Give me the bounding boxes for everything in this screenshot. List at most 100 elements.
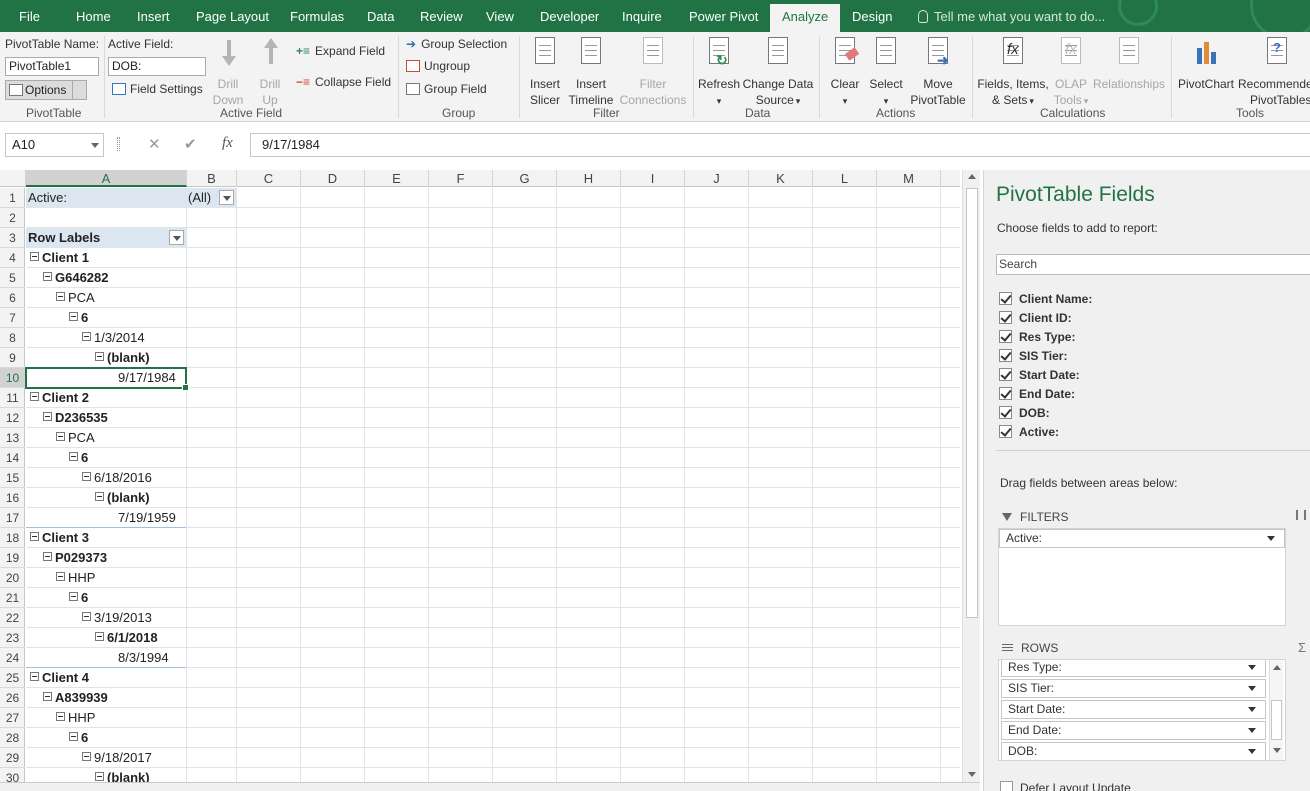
row-header[interactable]: 10 xyxy=(0,368,25,388)
move-pivottable-button[interactable]: ➜ Move PivotTable xyxy=(908,36,968,108)
row-labels-filter-button[interactable] xyxy=(169,230,184,245)
select-button[interactable]: Select ▾ xyxy=(866,36,906,109)
cell-a3-row-labels[interactable]: Row Labels xyxy=(28,228,100,248)
column-header-b[interactable]: B xyxy=(187,170,237,187)
collapse-minus-icon[interactable] xyxy=(82,472,91,481)
row-field-end-date[interactable]: End Date: xyxy=(1001,721,1266,740)
collapse-minus-icon[interactable] xyxy=(95,632,104,641)
pivot-row-client-id[interactable]: A839939 xyxy=(43,688,108,708)
row-header[interactable]: 7 xyxy=(0,308,25,328)
collapse-minus-icon[interactable] xyxy=(56,572,65,581)
tab-inquire[interactable]: Inquire xyxy=(622,0,662,32)
refresh-button[interactable]: ↻ Refresh ▾ xyxy=(698,36,740,109)
checkbox-checked[interactable] xyxy=(999,349,1012,362)
row-header[interactable]: 11 xyxy=(0,388,25,408)
tab-insert[interactable]: Insert xyxy=(137,0,170,32)
row-header[interactable]: 27 xyxy=(0,708,25,728)
pivotchart-button[interactable]: PivotChart xyxy=(1176,36,1236,92)
pivottable-name-input[interactable]: PivotTable1 xyxy=(5,57,99,76)
tell-me-box[interactable]: Tell me what you want to do... xyxy=(918,0,1105,32)
column-header-c[interactable]: C xyxy=(237,170,301,187)
collapse-minus-icon[interactable] xyxy=(69,452,78,461)
tab-page-layout[interactable]: Page Layout xyxy=(196,0,269,32)
insert-function-icon[interactable]: fx xyxy=(222,135,233,152)
row-header[interactable]: 14 xyxy=(0,448,25,468)
field-search-input[interactable]: Search xyxy=(996,254,1310,275)
row-header[interactable]: 23 xyxy=(0,628,25,648)
tab-developer[interactable]: Developer xyxy=(540,0,599,32)
row-header[interactable]: 4 xyxy=(0,248,25,268)
group-field-button[interactable]: Group Field xyxy=(406,82,487,96)
collapse-minus-icon[interactable] xyxy=(43,412,52,421)
column-header-e[interactable]: E xyxy=(365,170,429,187)
collapse-minus-icon[interactable] xyxy=(56,432,65,441)
row-header[interactable]: 30 xyxy=(0,768,25,782)
row-header[interactable]: 21 xyxy=(0,588,25,608)
rows-drop-zone[interactable]: Res Type: SIS Tier: Start Date: End Date… xyxy=(998,659,1286,761)
scroll-down-arrow[interactable] xyxy=(1273,748,1281,753)
name-box[interactable]: A10 xyxy=(5,133,104,157)
tab-design[interactable]: Design xyxy=(852,0,892,32)
column-header-k[interactable]: K xyxy=(749,170,813,187)
recommended-pivottables-button[interactable]: ? Recommended PivotTables xyxy=(1238,36,1310,108)
collapse-minus-icon[interactable] xyxy=(43,272,52,281)
field-item-res-type[interactable]: Res Type: xyxy=(999,329,1075,347)
collapse-minus-icon[interactable] xyxy=(69,312,78,321)
collapse-field-button[interactable]: −≡ Collapse Field xyxy=(296,75,391,89)
row-field-res-type[interactable]: Res Type: xyxy=(1001,660,1266,677)
defer-layout-update[interactable]: Defer Layout Update xyxy=(1000,780,1131,791)
pivot-row-end-date[interactable]: 6/1/2018 xyxy=(95,628,158,648)
ungroup-button[interactable]: Ungroup xyxy=(406,59,470,73)
column-header-l[interactable]: L xyxy=(813,170,877,187)
pivot-row-client-id[interactable]: G646282 xyxy=(43,268,109,288)
tab-formulas[interactable]: Formulas xyxy=(290,0,344,32)
pivot-row-res-type[interactable]: PCA xyxy=(56,428,95,448)
pivot-row-client[interactable]: Client 3 xyxy=(30,528,89,548)
row-header[interactable]: 16 xyxy=(0,488,25,508)
collapse-minus-icon[interactable] xyxy=(56,712,65,721)
row-header[interactable]: 17 xyxy=(0,508,25,528)
field-item-dob[interactable]: DOB: xyxy=(999,405,1050,423)
change-data-source-button[interactable]: Change Data Source ▾ xyxy=(742,36,814,109)
refresh-dropdown-arrow[interactable]: ▾ xyxy=(717,96,722,106)
tab-analyze[interactable]: Analyze xyxy=(770,4,841,32)
pivot-row-client-id[interactable]: D236535 xyxy=(43,408,108,428)
collapse-minus-icon[interactable] xyxy=(30,252,39,261)
pivot-row-end-date[interactable]: (blank) xyxy=(95,768,150,782)
row-header[interactable]: 5 xyxy=(0,268,25,288)
fields-items-sets-button[interactable]: fx Fields, Items, & Sets ▾ xyxy=(977,36,1049,109)
field-item-start-date[interactable]: Start Date: xyxy=(999,367,1080,385)
insert-timeline-button[interactable]: Insert Timeline xyxy=(567,36,615,108)
row-header[interactable]: 13 xyxy=(0,428,25,448)
column-header-i[interactable]: I xyxy=(621,170,685,187)
collapse-minus-icon[interactable] xyxy=(82,612,91,621)
pivot-row-client-id[interactable]: P029373 xyxy=(43,548,107,568)
collapse-minus-icon[interactable] xyxy=(30,532,39,541)
pivot-row-end-date[interactable]: (blank) xyxy=(95,488,150,508)
options-dropdown-arrow[interactable] xyxy=(72,81,86,99)
pivot-row-start-date[interactable]: 9/18/2017 xyxy=(82,748,152,768)
pivot-row-client[interactable]: Client 2 xyxy=(30,388,89,408)
field-item-client-id[interactable]: Client ID: xyxy=(999,310,1072,328)
checkbox-checked[interactable] xyxy=(999,330,1012,343)
row-header[interactable]: 8 xyxy=(0,328,25,348)
pivot-row-client[interactable]: Client 4 xyxy=(30,668,89,688)
checkbox-unchecked[interactable] xyxy=(1000,781,1013,791)
worksheet-grid[interactable]: A B C D E F G H I J K L M 1 2 3 4 5 6 7 … xyxy=(0,170,960,782)
collapse-minus-icon[interactable] xyxy=(95,352,104,361)
column-header-g[interactable]: G xyxy=(493,170,557,187)
pivot-row-dob[interactable]: 8/3/1994 xyxy=(118,648,169,668)
row-header[interactable]: 24 xyxy=(0,648,25,668)
row-header[interactable]: 15 xyxy=(0,468,25,488)
checkbox-checked[interactable] xyxy=(999,292,1012,305)
sheet-tab-bar[interactable] xyxy=(0,782,980,791)
collapse-minus-icon[interactable] xyxy=(82,332,91,341)
pivot-row-dob[interactable]: 7/19/1959 xyxy=(118,508,176,528)
scroll-up-arrow[interactable] xyxy=(968,174,976,179)
column-header-h[interactable]: H xyxy=(557,170,621,187)
row-header[interactable]: 12 xyxy=(0,408,25,428)
row-field-start-date[interactable]: Start Date: xyxy=(1001,700,1266,719)
pivot-row-sis-tier[interactable]: 6 xyxy=(69,448,88,468)
drag-handle[interactable] xyxy=(117,137,120,151)
scrollbar-thumb[interactable] xyxy=(1271,700,1282,740)
